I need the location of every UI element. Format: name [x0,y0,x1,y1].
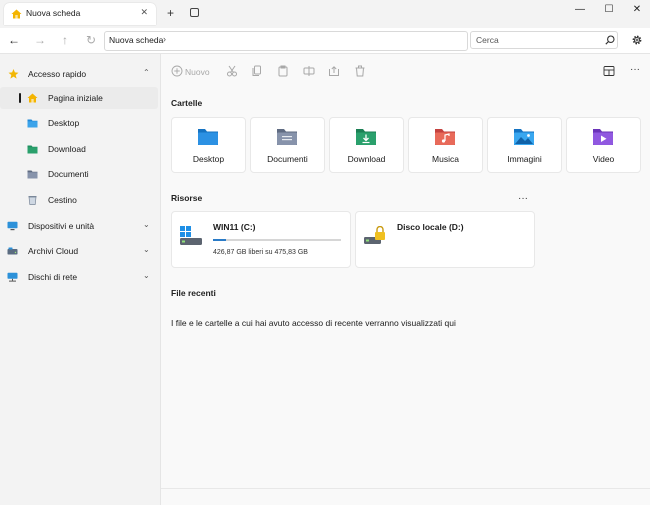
resources-section-title: Risorse [171,193,203,203]
cut-icon[interactable] [226,65,238,77]
drive-usage-bar [213,239,341,241]
video-folder-icon [593,129,613,145]
download-folder-icon [27,145,38,154]
more-options-button[interactable]: ··· [630,64,640,75]
sidebar-item-label: Desktop [48,118,80,128]
sidebar-item-home[interactable]: Pagina iniziale [0,87,158,109]
drive-card-c[interactable]: WIN11 (C:) 426,87 GB liberi su 475,83 GB [171,211,351,268]
chevron-down-icon[interactable]: ⌄ [143,220,150,229]
sidebar-item-quick-access[interactable]: Accesso rapido ⌃ [0,63,158,85]
drive-name: Disco locale (D:) [397,222,464,232]
sidebar-item-recycle-bin[interactable]: Cestino [0,189,158,211]
music-folder-icon [435,129,455,145]
refresh-button[interactable]: ↻ [83,33,99,47]
folder-card-documents[interactable]: Documenti [250,117,325,173]
folder-label: Video [592,154,615,164]
download-folder-icon [356,129,376,145]
sidebar-item-download[interactable]: Download [0,138,158,160]
sidebar-item-label: Pagina iniziale [48,93,103,103]
sidebar-item-cloud[interactable]: Archivi Cloud ⌄ [0,240,158,262]
drive-name: WIN11 (C:) [213,222,256,232]
locked-drive-icon [364,226,385,244]
sidebar-item-label: Dischi di rete [28,272,78,282]
sidebar-item-devices[interactable]: Dispositivi e unità ⌄ [0,215,158,237]
sidebar-item-desktop[interactable]: Desktop [0,112,158,134]
address-bar: ← → ↑ ↻ Nuova scheda › [0,28,650,54]
tab-label: Nuova scheda [26,8,81,18]
folder-label: Download [347,154,386,164]
drive-card-d[interactable]: Disco locale (D:) [355,211,535,268]
tab-nuova-scheda[interactable]: Nuova scheda ✕ [4,3,156,25]
sidebar-item-label: Accesso rapido [28,69,87,79]
documents-folder-icon [27,170,38,179]
sidebar: Accesso rapido ⌃ Pagina iniziale Desktop… [0,54,161,505]
folder-card-music[interactable]: Musica [408,117,483,173]
close-window-button[interactable]: ✕ [629,2,645,16]
title-bar: Nuova scheda ✕ + — ☐ ✕ [0,0,650,28]
sidebar-item-label: Documenti [48,169,89,179]
resources-more-button[interactable]: ··· [518,193,528,204]
home-icon [11,9,22,19]
paste-icon[interactable] [277,65,289,77]
forward-button[interactable]: → [32,33,48,47]
folder-card-download[interactable]: Download [329,117,404,173]
sidebar-item-label: Dispositivi e unità [28,221,95,231]
drive-usage-fill [213,239,227,241]
main-content: Nuovo ··· Cartelle Desktop Documenti Dow… [161,54,650,505]
chevron-down-icon[interactable]: ⌄ [143,271,150,280]
gear-icon[interactable] [631,34,643,46]
chevron-down-icon[interactable]: ⌄ [143,245,150,254]
status-bar-divider [161,488,650,489]
cloud-drive-icon [7,247,18,255]
close-tab-icon[interactable]: ✕ [140,7,148,18]
folder-label: Musica [432,154,459,164]
recycle-bin-icon [28,196,37,205]
chevron-right-icon[interactable]: › [163,34,166,44]
minimize-button[interactable]: — [572,2,588,16]
sidebar-item-label: Cestino [48,195,77,205]
breadcrumb[interactable]: Nuova scheda › [104,31,468,51]
sidebar-item-label: Download [48,144,86,154]
up-button[interactable]: ↑ [57,33,73,47]
tabs-menu-icon[interactable] [190,8,199,17]
search-icon[interactable] [605,35,615,45]
back-button[interactable]: ← [6,33,22,47]
sidebar-item-network[interactable]: Dischi di rete ⌄ [0,266,158,288]
home-icon [27,93,38,103]
recent-empty-message: I file e le cartelle a cui hai avuto acc… [171,318,456,328]
documents-folder-icon [277,129,297,145]
new-icon[interactable] [171,65,183,77]
windows-drive-icon [180,226,202,245]
desktop-folder-icon [27,119,38,128]
folder-label: Documenti [267,154,308,164]
maximize-button[interactable]: ☐ [601,2,617,16]
breadcrumb-item[interactable]: Nuova scheda [109,35,163,45]
folder-label: Immagini [507,154,542,164]
command-bar: Nuovo ··· [161,54,650,88]
folder-card-desktop[interactable]: Desktop [171,117,246,173]
share-icon[interactable] [328,65,340,77]
network-drive-icon [7,272,18,282]
recent-files-section-title: File recenti [171,288,216,298]
drive-free-space: 426,87 GB liberi su 475,83 GB [213,249,308,256]
monitor-icon [7,221,18,231]
desktop-folder-icon [198,129,218,145]
folder-card-pictures[interactable]: Immagini [487,117,562,173]
folder-label: Desktop [192,154,225,164]
sidebar-item-label: Archivi Cloud [28,246,79,256]
search-input[interactable] [470,31,618,49]
folders-section-title: Cartelle [171,98,203,108]
new-tab-button[interactable]: + [167,6,174,20]
new-button[interactable]: Nuovo [185,67,210,77]
pictures-folder-icon [514,129,534,145]
copy-icon[interactable] [251,65,263,77]
rename-icon[interactable] [303,65,315,77]
delete-icon[interactable] [354,65,366,77]
layout-icon[interactable] [603,65,615,77]
selection-indicator [19,93,21,103]
sidebar-item-documents[interactable]: Documenti [0,163,158,185]
folder-card-video[interactable]: Video [566,117,641,173]
chevron-up-icon[interactable]: ⌃ [143,68,150,77]
star-icon [8,69,19,79]
